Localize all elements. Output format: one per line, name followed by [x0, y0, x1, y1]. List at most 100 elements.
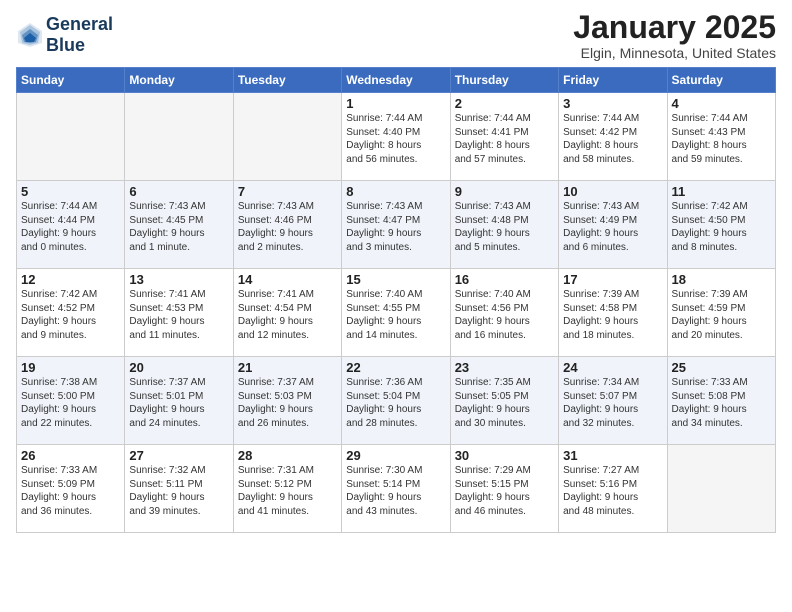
- header: General Blue January 2025 Elgin, Minneso…: [16, 10, 776, 61]
- table-row: 20Sunrise: 7:37 AM Sunset: 5:01 PM Dayli…: [125, 357, 233, 445]
- day-info: Sunrise: 7:44 AM Sunset: 4:41 PM Dayligh…: [455, 112, 554, 166]
- table-row: 9Sunrise: 7:43 AM Sunset: 4:48 PM Daylig…: [450, 181, 558, 269]
- day-number: 17: [563, 272, 662, 287]
- day-number: 4: [672, 96, 771, 111]
- month-title: January 2025: [573, 10, 776, 45]
- day-number: 10: [563, 184, 662, 199]
- table-row: [667, 445, 775, 533]
- day-info: Sunrise: 7:41 AM Sunset: 4:53 PM Dayligh…: [129, 288, 228, 342]
- day-info: Sunrise: 7:36 AM Sunset: 5:04 PM Dayligh…: [346, 376, 445, 430]
- table-row: 29Sunrise: 7:30 AM Sunset: 5:14 PM Dayli…: [342, 445, 450, 533]
- table-row: 18Sunrise: 7:39 AM Sunset: 4:59 PM Dayli…: [667, 269, 775, 357]
- table-row: [17, 93, 125, 181]
- day-info: Sunrise: 7:42 AM Sunset: 4:52 PM Dayligh…: [21, 288, 120, 342]
- day-number: 2: [455, 96, 554, 111]
- table-row: 16Sunrise: 7:40 AM Sunset: 4:56 PM Dayli…: [450, 269, 558, 357]
- table-row: 10Sunrise: 7:43 AM Sunset: 4:49 PM Dayli…: [559, 181, 667, 269]
- day-number: 22: [346, 360, 445, 375]
- day-number: 28: [238, 448, 337, 463]
- col-sunday: Sunday: [17, 68, 125, 93]
- day-number: 13: [129, 272, 228, 287]
- day-number: 31: [563, 448, 662, 463]
- table-row: 25Sunrise: 7:33 AM Sunset: 5:08 PM Dayli…: [667, 357, 775, 445]
- day-info: Sunrise: 7:40 AM Sunset: 4:55 PM Dayligh…: [346, 288, 445, 342]
- col-thursday: Thursday: [450, 68, 558, 93]
- day-info: Sunrise: 7:29 AM Sunset: 5:15 PM Dayligh…: [455, 464, 554, 518]
- day-number: 30: [455, 448, 554, 463]
- day-number: 12: [21, 272, 120, 287]
- day-number: 6: [129, 184, 228, 199]
- calendar-week-row: 5Sunrise: 7:44 AM Sunset: 4:44 PM Daylig…: [17, 181, 776, 269]
- day-info: Sunrise: 7:41 AM Sunset: 4:54 PM Dayligh…: [238, 288, 337, 342]
- day-info: Sunrise: 7:31 AM Sunset: 5:12 PM Dayligh…: [238, 464, 337, 518]
- day-info: Sunrise: 7:43 AM Sunset: 4:47 PM Dayligh…: [346, 200, 445, 254]
- col-wednesday: Wednesday: [342, 68, 450, 93]
- calendar-week-row: 12Sunrise: 7:42 AM Sunset: 4:52 PM Dayli…: [17, 269, 776, 357]
- table-row: 19Sunrise: 7:38 AM Sunset: 5:00 PM Dayli…: [17, 357, 125, 445]
- table-row: 27Sunrise: 7:32 AM Sunset: 5:11 PM Dayli…: [125, 445, 233, 533]
- day-number: 14: [238, 272, 337, 287]
- day-number: 19: [21, 360, 120, 375]
- logo-text: General Blue: [46, 14, 113, 55]
- table-row: 11Sunrise: 7:42 AM Sunset: 4:50 PM Dayli…: [667, 181, 775, 269]
- day-info: Sunrise: 7:44 AM Sunset: 4:44 PM Dayligh…: [21, 200, 120, 254]
- table-row: [233, 93, 341, 181]
- table-row: 30Sunrise: 7:29 AM Sunset: 5:15 PM Dayli…: [450, 445, 558, 533]
- day-number: 15: [346, 272, 445, 287]
- table-row: [125, 93, 233, 181]
- day-info: Sunrise: 7:37 AM Sunset: 5:01 PM Dayligh…: [129, 376, 228, 430]
- table-row: 12Sunrise: 7:42 AM Sunset: 4:52 PM Dayli…: [17, 269, 125, 357]
- table-row: 7Sunrise: 7:43 AM Sunset: 4:46 PM Daylig…: [233, 181, 341, 269]
- calendar-week-row: 1Sunrise: 7:44 AM Sunset: 4:40 PM Daylig…: [17, 93, 776, 181]
- day-info: Sunrise: 7:33 AM Sunset: 5:09 PM Dayligh…: [21, 464, 120, 518]
- table-row: 3Sunrise: 7:44 AM Sunset: 4:42 PM Daylig…: [559, 93, 667, 181]
- day-info: Sunrise: 7:43 AM Sunset: 4:46 PM Dayligh…: [238, 200, 337, 254]
- day-info: Sunrise: 7:35 AM Sunset: 5:05 PM Dayligh…: [455, 376, 554, 430]
- day-info: Sunrise: 7:40 AM Sunset: 4:56 PM Dayligh…: [455, 288, 554, 342]
- day-info: Sunrise: 7:32 AM Sunset: 5:11 PM Dayligh…: [129, 464, 228, 518]
- day-number: 20: [129, 360, 228, 375]
- table-row: 26Sunrise: 7:33 AM Sunset: 5:09 PM Dayli…: [17, 445, 125, 533]
- calendar-header-row: Sunday Monday Tuesday Wednesday Thursday…: [17, 68, 776, 93]
- day-number: 18: [672, 272, 771, 287]
- table-row: 2Sunrise: 7:44 AM Sunset: 4:41 PM Daylig…: [450, 93, 558, 181]
- col-tuesday: Tuesday: [233, 68, 341, 93]
- table-row: 5Sunrise: 7:44 AM Sunset: 4:44 PM Daylig…: [17, 181, 125, 269]
- day-info: Sunrise: 7:33 AM Sunset: 5:08 PM Dayligh…: [672, 376, 771, 430]
- day-info: Sunrise: 7:30 AM Sunset: 5:14 PM Dayligh…: [346, 464, 445, 518]
- day-number: 1: [346, 96, 445, 111]
- logo-icon: [16, 21, 44, 49]
- day-info: Sunrise: 7:43 AM Sunset: 4:49 PM Dayligh…: [563, 200, 662, 254]
- table-row: 4Sunrise: 7:44 AM Sunset: 4:43 PM Daylig…: [667, 93, 775, 181]
- table-row: 13Sunrise: 7:41 AM Sunset: 4:53 PM Dayli…: [125, 269, 233, 357]
- col-monday: Monday: [125, 68, 233, 93]
- page-container: General Blue January 2025 Elgin, Minneso…: [0, 0, 792, 539]
- day-info: Sunrise: 7:34 AM Sunset: 5:07 PM Dayligh…: [563, 376, 662, 430]
- day-number: 7: [238, 184, 337, 199]
- day-number: 24: [563, 360, 662, 375]
- day-info: Sunrise: 7:27 AM Sunset: 5:16 PM Dayligh…: [563, 464, 662, 518]
- day-info: Sunrise: 7:44 AM Sunset: 4:42 PM Dayligh…: [563, 112, 662, 166]
- day-info: Sunrise: 7:43 AM Sunset: 4:48 PM Dayligh…: [455, 200, 554, 254]
- table-row: 15Sunrise: 7:40 AM Sunset: 4:55 PM Dayli…: [342, 269, 450, 357]
- table-row: 17Sunrise: 7:39 AM Sunset: 4:58 PM Dayli…: [559, 269, 667, 357]
- col-friday: Friday: [559, 68, 667, 93]
- day-info: Sunrise: 7:39 AM Sunset: 4:58 PM Dayligh…: [563, 288, 662, 342]
- calendar-week-row: 26Sunrise: 7:33 AM Sunset: 5:09 PM Dayli…: [17, 445, 776, 533]
- day-number: 5: [21, 184, 120, 199]
- table-row: 28Sunrise: 7:31 AM Sunset: 5:12 PM Dayli…: [233, 445, 341, 533]
- table-row: 21Sunrise: 7:37 AM Sunset: 5:03 PM Dayli…: [233, 357, 341, 445]
- logo: General Blue: [16, 14, 113, 55]
- calendar-week-row: 19Sunrise: 7:38 AM Sunset: 5:00 PM Dayli…: [17, 357, 776, 445]
- day-number: 3: [563, 96, 662, 111]
- day-info: Sunrise: 7:43 AM Sunset: 4:45 PM Dayligh…: [129, 200, 228, 254]
- day-number: 16: [455, 272, 554, 287]
- day-number: 9: [455, 184, 554, 199]
- day-number: 8: [346, 184, 445, 199]
- day-info: Sunrise: 7:44 AM Sunset: 4:43 PM Dayligh…: [672, 112, 771, 166]
- table-row: 8Sunrise: 7:43 AM Sunset: 4:47 PM Daylig…: [342, 181, 450, 269]
- day-info: Sunrise: 7:44 AM Sunset: 4:40 PM Dayligh…: [346, 112, 445, 166]
- table-row: 1Sunrise: 7:44 AM Sunset: 4:40 PM Daylig…: [342, 93, 450, 181]
- table-row: 23Sunrise: 7:35 AM Sunset: 5:05 PM Dayli…: [450, 357, 558, 445]
- calendar-table: Sunday Monday Tuesday Wednesday Thursday…: [16, 67, 776, 533]
